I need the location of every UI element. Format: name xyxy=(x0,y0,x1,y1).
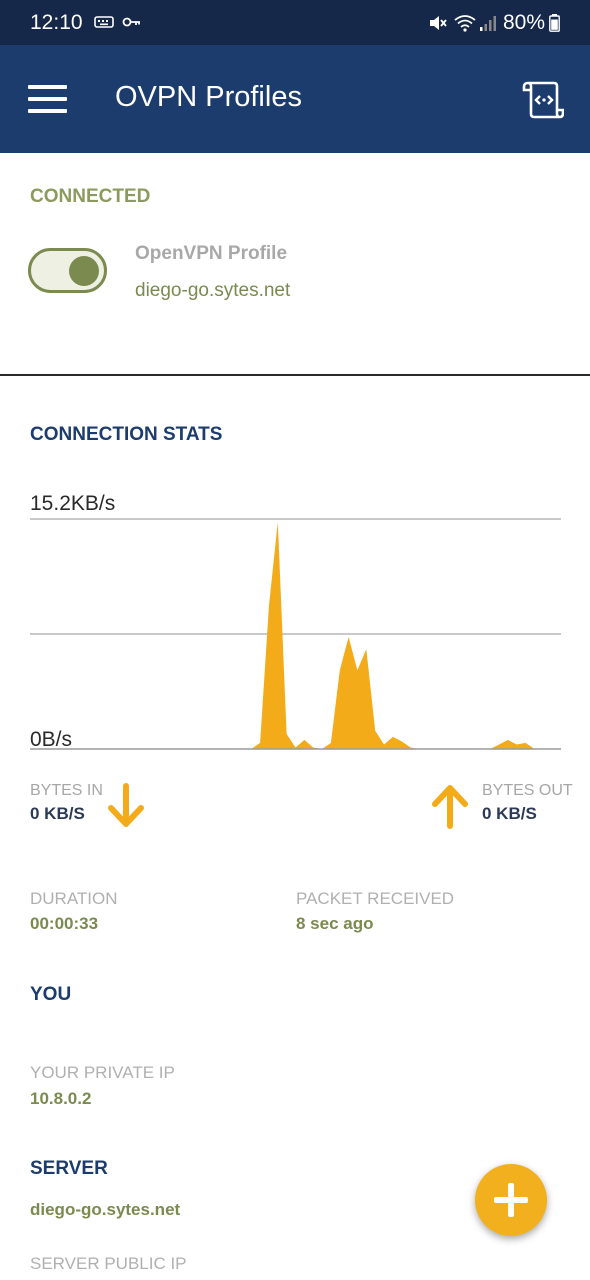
plus-icon-vertical xyxy=(508,1183,514,1217)
arrow-up-icon xyxy=(430,782,470,830)
profile-host[interactable]: diego-go.sytes.net xyxy=(135,280,290,302)
private-ip-label: YOUR PRIVATE IP xyxy=(30,1063,175,1082)
page-title: OVPN Profiles xyxy=(115,81,302,113)
bytes-out-label: BYTES OUT xyxy=(482,782,573,799)
profile-name[interactable]: OpenVPN Profile xyxy=(135,243,287,265)
server-public-ip-label: SERVER PUBLIC IP xyxy=(30,1254,187,1273)
wifi-icon xyxy=(454,14,476,37)
server-section-title: SERVER xyxy=(30,1158,108,1179)
private-ip-value: 10.8.0.2 xyxy=(30,1089,92,1108)
bytes-out-value: 0 KB/S xyxy=(482,804,537,823)
signal-icon xyxy=(479,14,497,37)
keyboard-icon xyxy=(94,14,114,35)
chart-top-label: 15.2KB/s xyxy=(30,492,115,515)
bytes-in-label: BYTES IN xyxy=(30,782,103,799)
connection-status-label: CONNECTED xyxy=(30,186,151,207)
server-host-value: diego-go.sytes.net xyxy=(30,1200,181,1219)
packet-received-value: 8 sec ago xyxy=(296,914,374,933)
battery-level: 80% xyxy=(503,11,546,34)
status-time: 12:10 xyxy=(30,11,83,34)
connection-toggle[interactable] xyxy=(28,248,107,293)
chart-bottom-label: 0B/s xyxy=(30,728,72,751)
menu-icon[interactable] xyxy=(28,85,67,115)
add-profile-button[interactable] xyxy=(475,1164,547,1236)
battery-icon xyxy=(549,14,560,37)
connection-stats-title: CONNECTION STATS xyxy=(30,424,223,445)
traffic-chart: 15.2KB/s 0B/s xyxy=(30,492,561,751)
duration-value: 00:00:33 xyxy=(30,914,99,933)
mute-icon xyxy=(428,14,448,37)
bytes-in-value: 0 KB/S xyxy=(30,804,85,823)
packet-received-label: PACKET RECEIVED xyxy=(296,889,455,908)
app-bar: OVPN Profiles xyxy=(0,45,590,153)
file-import-icon[interactable] xyxy=(520,80,565,120)
traffic-area xyxy=(30,522,561,749)
you-section-title: YOU xyxy=(30,984,72,1005)
duration-label: DURATION xyxy=(30,889,118,908)
arrow-down-icon xyxy=(106,782,146,830)
status-bar: 12:10 80% xyxy=(0,0,590,45)
toggle-knob xyxy=(69,256,99,286)
section-divider xyxy=(0,374,590,376)
key-icon xyxy=(122,14,142,35)
